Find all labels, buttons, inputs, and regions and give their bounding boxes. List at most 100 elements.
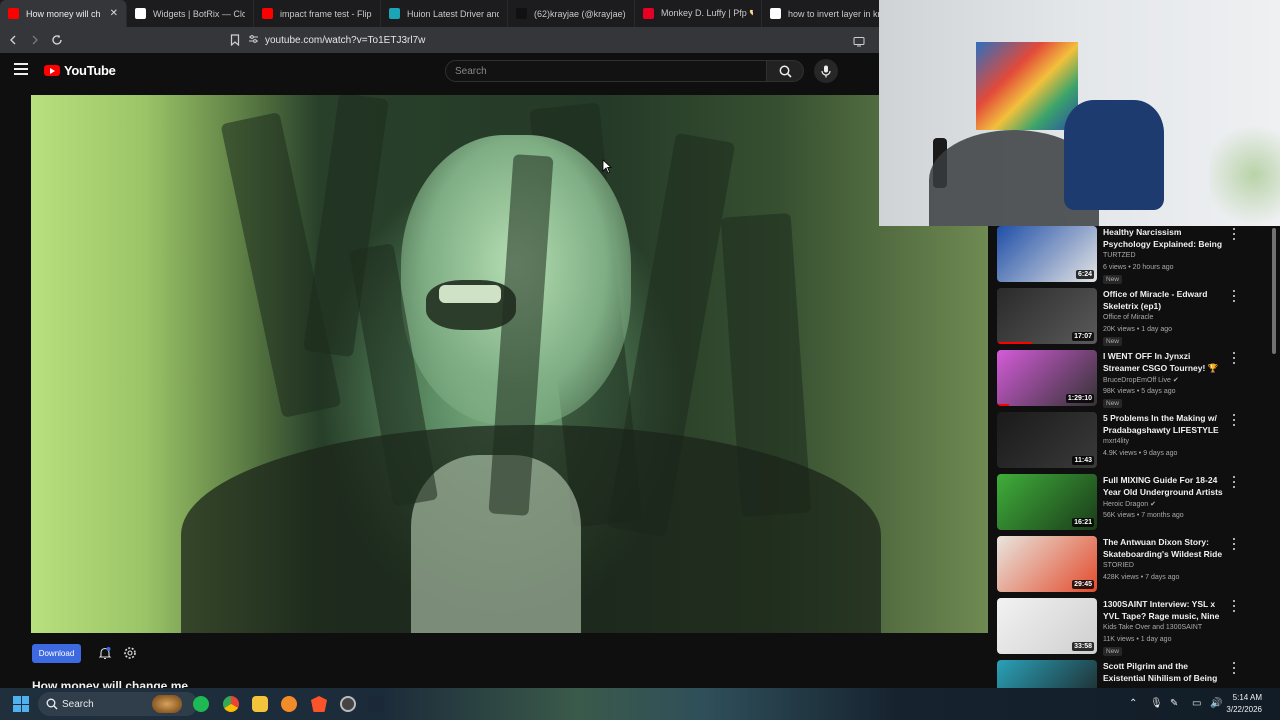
channel-name[interactable]: mxrt4lity: [1103, 438, 1129, 445]
channel-name[interactable]: Heroic Dragon ✔: [1103, 500, 1156, 508]
recommended-video[interactable]: 33:58 1300SAINT Interview: YSL x YVL Tape…: [997, 598, 1267, 658]
channel-name[interactable]: TURTZED: [1103, 252, 1136, 259]
more-options-icon[interactable]: [1231, 600, 1237, 612]
new-badge: New: [1103, 337, 1123, 346]
display-tray-icon[interactable]: ▭: [1192, 698, 1201, 709]
tab-list: How money will ch ✕ Widgets | BotRix — Clo…: [0, 0, 889, 27]
spotify-icon[interactable]: [193, 696, 209, 712]
taskbar-search-label: Search: [62, 698, 94, 710]
browser-tab-title: (62)krayjae (@krayjae) | Ti: [534, 8, 626, 19]
windows-taskbar: Search ⌃ 🎙 ✎ ▭ 🔊 5:14 AM 3/22/2026: [0, 688, 1280, 720]
recommendation-title: The Antwuan Dixon Story: Skateboarding's…: [1103, 537, 1223, 559]
microphone-icon: [821, 65, 831, 77]
view-count: 11K views • 1 day ago: [1103, 636, 1172, 643]
file-explorer-icon[interactable]: [252, 696, 268, 712]
address-bar[interactable]: youtube.com/watch?v=To1ETJ3rl7w: [248, 30, 910, 50]
new-badge: New: [1103, 275, 1123, 284]
youtube-logo-text: YouTube: [64, 63, 116, 78]
steam-icon[interactable]: [368, 696, 384, 712]
more-options-icon[interactable]: [1231, 290, 1237, 302]
more-options-icon[interactable]: [1231, 538, 1237, 550]
voice-search-button[interactable]: [814, 59, 838, 83]
cast-icon[interactable]: [853, 34, 865, 52]
video-thumbnail[interactable]: 29:45: [997, 536, 1097, 592]
duration-badge: 16:21: [1072, 518, 1094, 527]
browser-tab[interactable]: impact frame test - Flipacl: [254, 0, 381, 27]
search-button[interactable]: [766, 60, 804, 82]
browser-tab[interactable]: Huion Latest Driver and M: [381, 0, 508, 27]
recommended-video[interactable]: 29:45 The Antwuan Dixon Story: Skateboard…: [997, 536, 1267, 596]
video-thumbnail[interactable]: 11:43: [997, 412, 1097, 468]
volume-tray-icon[interactable]: 🔊: [1210, 698, 1222, 709]
recommended-video[interactable]: 11:43 5 Problems In the Making w/ Pradaba…: [997, 412, 1267, 472]
youtube-icon: [8, 8, 19, 19]
browser-tab[interactable]: Widgets | BotRix — Cloud: [127, 0, 254, 27]
download-button[interactable]: Download: [32, 644, 81, 663]
new-badge: New: [1103, 647, 1123, 656]
duration-badge: 17:07: [1072, 332, 1094, 341]
recommended-video[interactable]: 6:24 Healthy Narcissism Psychology Explai…: [997, 226, 1267, 286]
video-thumbnail[interactable]: 33:58: [997, 598, 1097, 654]
recommendation-title: I WENT OFF In Jynxzi Streamer CSGO Tourn…: [1103, 351, 1219, 373]
video-thumbnail[interactable]: [997, 660, 1097, 688]
more-options-icon[interactable]: [1231, 476, 1237, 488]
chrome-icon[interactable]: [223, 696, 239, 712]
browser-tab[interactable]: (62)krayjae (@krayjae) | Ti: [508, 0, 635, 27]
forward-arrow-icon[interactable]: [26, 31, 44, 49]
video-thumbnail[interactable]: 16:21: [997, 474, 1097, 530]
gear-icon[interactable]: [123, 646, 137, 660]
more-options-icon[interactable]: [1231, 414, 1237, 426]
channel-name[interactable]: STORIED: [1103, 562, 1134, 569]
browser-tab[interactable]: How money will ch ✕: [0, 0, 127, 27]
channel-name[interactable]: Office of Miracle: [1103, 314, 1153, 321]
recommended-video[interactable]: 16:21 Full MIXING Guide For 18-24 Year Ol…: [997, 474, 1267, 534]
back-arrow-icon[interactable]: [4, 31, 22, 49]
obs-icon[interactable]: [340, 696, 356, 712]
watch-progress-bar: [997, 404, 1009, 406]
browser-tab-title: How money will ch: [26, 8, 101, 19]
mic-tray-icon[interactable]: 🎙: [1150, 698, 1163, 709]
browser-tab-title: Monkey D. Luffy | Pfp 👒: [661, 8, 753, 18]
reload-icon[interactable]: [48, 31, 66, 49]
video-thumbnail[interactable]: 6:24: [997, 226, 1097, 282]
search-icon: [779, 65, 792, 78]
recommended-video[interactable]: Scott Pilgrim and the Existential Nihili…: [997, 660, 1267, 688]
video-player[interactable]: [31, 95, 988, 633]
youtube-icon: [262, 8, 273, 19]
browser-tab[interactable]: how to invert layer in krita: [762, 0, 889, 27]
channel-name[interactable]: Kids Take Over and 1300SAINT: [1103, 624, 1202, 631]
more-options-icon[interactable]: [1231, 228, 1237, 240]
taskbar-search[interactable]: Search: [38, 692, 198, 716]
brave-icon[interactable]: [311, 696, 327, 712]
video-thumbnail[interactable]: 17:07: [997, 288, 1097, 344]
mouse-cursor-icon: [602, 159, 613, 179]
windows-start-icon[interactable]: [13, 696, 29, 712]
view-count: 20K views • 1 day ago: [1103, 326, 1172, 333]
more-options-icon[interactable]: [1231, 662, 1237, 674]
clock-time: 5:14 AM: [1232, 693, 1262, 702]
channel-name[interactable]: BruceDropEmOff Live ✔: [1103, 376, 1179, 384]
firefox-icon[interactable]: [281, 696, 297, 712]
view-count: 4.9K views • 9 days ago: [1103, 450, 1178, 457]
pen-tray-icon[interactable]: ✎: [1170, 698, 1178, 709]
tray-chevron-icon[interactable]: ⌃: [1129, 698, 1137, 709]
site-settings-icon[interactable]: [248, 31, 259, 49]
hamburger-menu-icon[interactable]: [14, 63, 28, 75]
video-thumbnail[interactable]: 1:29:10: [997, 350, 1097, 406]
system-clock[interactable]: 5:14 AM 3/22/2026: [1226, 692, 1262, 716]
view-count: 98K views • 5 days ago: [1103, 388, 1176, 395]
recommended-video[interactable]: 1:29:10 I WENT OFF In Jynxzi Streamer CSG…: [997, 350, 1267, 410]
bookmark-icon[interactable]: [226, 31, 244, 49]
browser-tab[interactable]: Monkey D. Luffy | Pfp 👒: [635, 0, 762, 27]
recommendations-list: 6:24 Healthy Narcissism Psychology Explai…: [997, 226, 1267, 688]
burger-widget-icon: [152, 695, 182, 713]
scrollbar[interactable]: [1270, 226, 1278, 688]
notification-bell-icon[interactable]: [98, 646, 112, 660]
search-input[interactable]: [446, 61, 766, 82]
close-tab-icon[interactable]: ✕: [110, 8, 118, 19]
recommendation-title: Full MIXING Guide For 18-24 Year Old Und…: [1103, 475, 1223, 497]
recommended-video[interactable]: 17:07 Office of Miracle - Edward Skeletri…: [997, 288, 1267, 348]
youtube-logo[interactable]: YouTube: [44, 63, 116, 78]
more-options-icon[interactable]: [1231, 352, 1237, 364]
duration-badge: 29:45: [1072, 580, 1094, 589]
